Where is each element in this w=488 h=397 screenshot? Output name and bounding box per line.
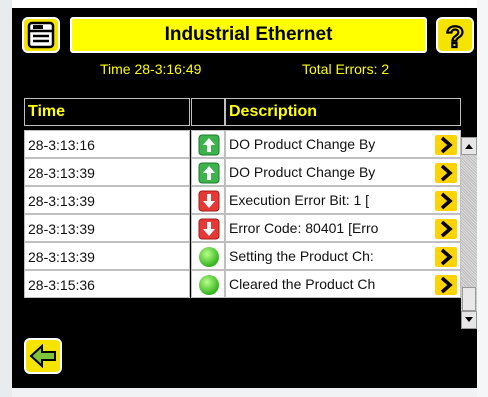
chevron-right-icon [440,276,453,294]
row-time: 28-3:13:39 [28,221,95,237]
row-time: 28-3:13:16 [28,137,95,153]
green-circle-icon [199,275,219,295]
back-arrow-icon [29,343,56,369]
svg-text:?: ? [446,21,464,51]
chevron-right-icon [440,248,453,266]
back-button[interactable] [24,338,62,374]
current-time: Time 28-3:16:49 [100,61,202,77]
total-errors: Total Errors: 2 [302,61,390,77]
vertical-scrollbar[interactable] [461,137,477,329]
industrial-ethernet-screen: Industrial Ethernet ? Time 28-3:16:49 To… [12,8,477,388]
arrow-up-green-icon [198,134,220,156]
chevron-right-icon [440,136,453,154]
column-header-icon [191,98,225,126]
triangle-down-icon [465,317,473,322]
table-row[interactable]: 28-3:13:39 Execution Error Bit: 1 [ [24,186,461,214]
row-time: 28-3:13:39 [28,193,95,209]
row-description: Execution Error Bit: 1 [ [229,192,370,208]
row-detail-button[interactable] [434,190,458,212]
row-detail-button[interactable] [434,218,458,240]
row-time: 28-3:13:39 [28,249,95,265]
scroll-up-button[interactable] [461,137,477,155]
row-time: 28-3:15:36 [28,277,95,293]
menu-icon [27,21,55,49]
row-description: Error Code: 80401 [Erro [229,220,379,236]
table-row[interactable]: 28-3:13:39 DO Product Change By [24,158,461,186]
row-detail-button[interactable] [434,134,458,156]
chevron-right-icon [440,164,453,182]
column-header-time: Time [24,98,190,126]
table-header-row: Time Description [24,98,461,126]
table-row[interactable]: 28-3:13:39 Setting the Product Ch: [24,242,461,270]
window-left-edge [0,0,12,397]
table-row[interactable]: 28-3:15:36 Cleared the Product Ch [24,270,461,298]
table-row[interactable]: 28-3:13:16 DO Product Change By [24,130,461,158]
scroll-down-button[interactable] [461,311,477,329]
triangle-up-icon [465,144,473,149]
row-detail-button[interactable] [434,274,458,296]
window-right-edge [477,0,488,397]
arrow-up-green-icon [198,162,220,184]
window-bottom-edge [12,388,477,397]
arrow-down-red-icon [198,190,220,212]
scroll-thumb[interactable] [462,287,476,311]
row-description: DO Product Change By [229,136,376,152]
chevron-right-icon [440,220,453,238]
row-detail-button[interactable] [434,246,458,268]
chevron-right-icon [440,192,453,210]
help-button[interactable]: ? [436,17,474,53]
help-icon: ? [445,20,466,51]
menu-button[interactable] [22,17,60,53]
row-description: Cleared the Product Ch [229,276,376,292]
arrow-down-red-icon [198,218,220,240]
table-row[interactable]: 28-3:13:39 Error Code: 80401 [Erro [24,214,461,242]
page-title: Industrial Ethernet [70,17,427,53]
green-circle-icon [199,247,219,267]
row-description: DO Product Change By [229,164,376,180]
status-bar: Time 28-3:16:49 Total Errors: 2 [12,58,477,80]
row-description: Setting the Product Ch: [229,248,374,264]
row-detail-button[interactable] [434,162,458,184]
column-header-description: Description [225,98,461,126]
row-time: 28-3:13:39 [28,165,95,181]
